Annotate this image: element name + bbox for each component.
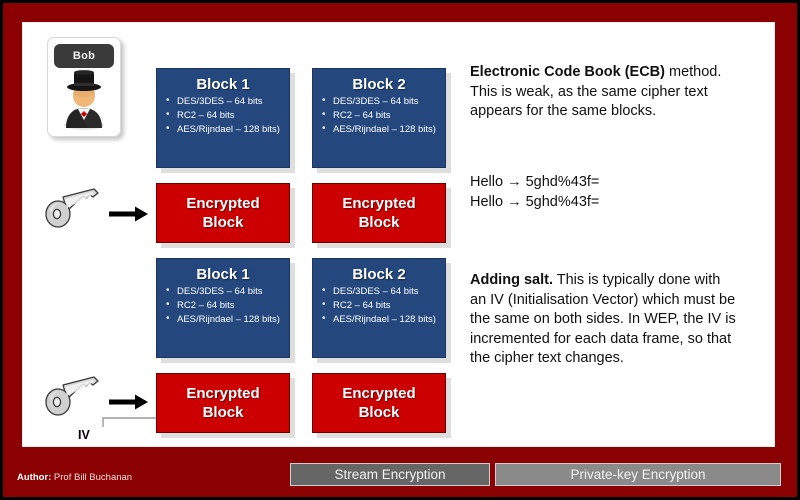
key-icon-2 <box>41 373 101 421</box>
key-icon <box>45 188 99 228</box>
nav-button-stream-encryption[interactable]: Stream Encryption <box>290 463 490 486</box>
block-bullet-list: DES/3DES – 64 bits RC2 – 64 bits AES/Rij… <box>313 285 445 326</box>
iv-label: IV <box>78 428 90 442</box>
arrow-right-icon-2 <box>109 394 148 410</box>
encrypted-block-line1: Encrypted <box>342 195 416 212</box>
block-card-1: Block 1 DES/3DES – 64 bits RC2 – 64 bits… <box>156 68 290 168</box>
block-bullet: AES/Rijndael – 128 bits) <box>166 313 283 326</box>
encrypted-block-line2: Block <box>358 214 400 231</box>
block-title: Block 1 <box>196 76 250 93</box>
block-bullet-list: DES/3DES – 64 bits RC2 – 64 bits AES/Rij… <box>157 285 289 326</box>
block-bullet: RC2 – 64 bits <box>322 109 439 122</box>
encrypted-block-line1: Encrypted <box>342 385 416 402</box>
block-card-3: Block 1 DES/3DES – 64 bits RC2 – 64 bits… <box>156 258 290 358</box>
key-icon-1 <box>41 185 101 233</box>
block-bullet: DES/3DES – 64 bits <box>166 95 283 108</box>
encrypted-block-3: Encrypted Block <box>156 373 290 433</box>
nav-button-label: Private-key Encryption <box>570 467 706 482</box>
encrypted-block-1: Encrypted Block <box>156 183 290 243</box>
encrypted-block-line1: Encrypted <box>186 385 260 402</box>
author-label: Author: <box>17 472 52 483</box>
encrypted-block-line2: Block <box>358 404 400 421</box>
example-lines: Hello → 5ghd%43f= Hello → 5ghd%43f= <box>470 173 730 212</box>
block-bullet: DES/3DES – 64 bits <box>166 285 283 298</box>
block-bullet: RC2 – 64 bits <box>166 109 283 122</box>
block-bullet: AES/Rijndael – 128 bits) <box>322 313 439 326</box>
person-tophat-icon <box>64 70 104 130</box>
block-card-2: Block 2 DES/3DES – 64 bits RC2 – 64 bits… <box>312 68 446 168</box>
block-bullet: RC2 – 64 bits <box>166 299 283 312</box>
example-line: Hello → 5ghd%43f= <box>470 193 600 210</box>
footer-bar: Author: Prof Bill Buchanan Stream Encryp… <box>3 455 797 497</box>
block-title: Block 1 <box>196 266 250 283</box>
actor-card-bob: Bob <box>47 37 121 137</box>
block-bullet: DES/3DES – 64 bits <box>322 285 439 298</box>
nav-button-private-key-encryption[interactable]: Private-key Encryption <box>495 463 781 486</box>
block-bullet-list: DES/3DES – 64 bits RC2 – 64 bits AES/Rij… <box>157 95 289 136</box>
block-bullet-list: DES/3DES – 64 bits RC2 – 64 bits AES/Rij… <box>313 95 445 136</box>
block-card-4: Block 2 DES/3DES – 64 bits RC2 – 64 bits… <box>312 258 446 358</box>
encrypted-block-4: Encrypted Block <box>312 373 446 433</box>
example-line: Hello → 5ghd%43f= <box>470 174 600 190</box>
actor-name-label: Bob <box>54 44 114 68</box>
arrow-right-icon-1 <box>109 206 148 222</box>
slide-root: Bob Block 1 DES/3DES – <box>0 0 800 500</box>
block-bullet: RC2 – 64 bits <box>322 299 439 312</box>
block-title: Block 2 <box>352 266 406 283</box>
ecb-description: Electronic Code Book (ECB) method. This … <box>470 63 730 122</box>
ecb-description-lead: Electronic Code Book (ECB) <box>470 64 665 80</box>
encrypted-block-line2: Block <box>202 404 244 421</box>
key-icon <box>45 376 99 416</box>
encrypted-block-2: Encrypted Block <box>312 183 446 243</box>
block-bullet: DES/3DES – 64 bits <box>322 95 439 108</box>
block-bullet: AES/Rijndael – 128 bits) <box>166 123 283 136</box>
author-name: Prof Bill Buchanan <box>51 472 133 483</box>
salt-description-lead: Adding salt. <box>470 272 553 288</box>
encrypted-block-line1: Encrypted <box>186 195 260 212</box>
block-bullet: AES/Rijndael – 128 bits) <box>322 123 439 136</box>
author-credit: Author: Prof Bill Buchanan <box>17 472 132 483</box>
slide-canvas: Bob Block 1 DES/3DES – <box>22 22 775 447</box>
salt-description: Adding salt. This is typically done with… <box>470 271 738 369</box>
block-title: Block 2 <box>352 76 406 93</box>
nav-button-label: Stream Encryption <box>334 467 446 482</box>
encrypted-block-line2: Block <box>202 214 244 231</box>
